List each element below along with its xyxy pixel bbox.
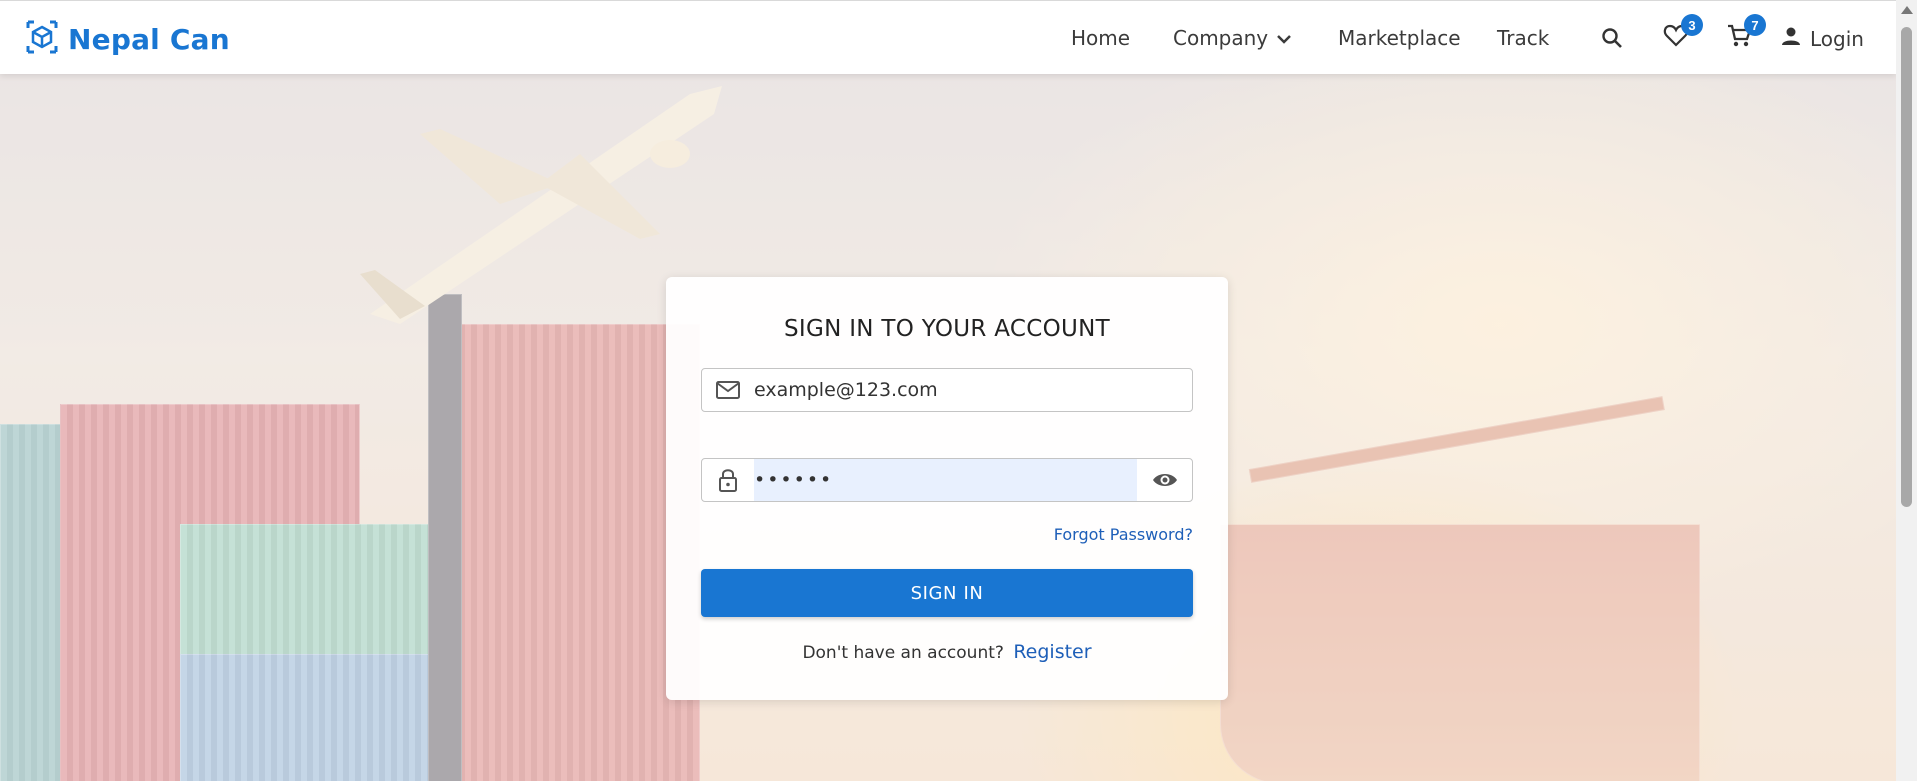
page-scrollbar[interactable] (1896, 0, 1917, 781)
login-link[interactable]: Login (1780, 25, 1864, 52)
search-icon[interactable] (1597, 23, 1627, 53)
mail-icon (702, 369, 754, 411)
no-account-text: Don't have an account? (802, 643, 1004, 663)
cube-logo-icon (26, 20, 58, 59)
brand-name: Nepal Can (68, 23, 230, 56)
cart-count-badge: 7 (1744, 14, 1766, 36)
person-icon (1780, 25, 1802, 52)
cart-button[interactable]: 7 (1724, 14, 1766, 53)
lock-icon (702, 459, 754, 501)
top-navbar: Nepal Can Home Company Marketplace Track… (0, 0, 1896, 74)
eye-icon[interactable] (1137, 459, 1192, 501)
email-field[interactable] (701, 368, 1193, 412)
scrollbar-thumb[interactable] (1901, 27, 1912, 507)
forgot-password-link[interactable]: Forgot Password? (1054, 525, 1193, 544)
scroll-up-arrow-icon[interactable] (1901, 6, 1913, 14)
wishlist-button[interactable]: 3 (1661, 14, 1703, 53)
nav-track[interactable]: Track (1497, 26, 1549, 50)
brand-logo[interactable]: Nepal Can (26, 20, 230, 59)
nav-marketplace[interactable]: Marketplace (1338, 26, 1461, 50)
login-label: Login (1810, 26, 1864, 51)
signin-title: SIGN IN TO YOUR ACCOUNT (783, 316, 1111, 342)
email-input[interactable] (754, 369, 1192, 411)
wishlist-count-badge: 3 (1681, 14, 1703, 36)
password-field[interactable] (701, 458, 1193, 502)
password-input[interactable] (754, 459, 1137, 501)
nav-company-label: Company (1173, 26, 1269, 50)
signin-button[interactable]: SIGN IN (701, 569, 1193, 617)
signin-card: SIGN IN TO YOUR ACCOUNT Forgot Password?… (666, 277, 1228, 700)
nav-home[interactable]: Home (1071, 26, 1130, 50)
nav-company[interactable]: Company (1173, 26, 1292, 50)
register-prompt: Don't have an account? Register (666, 641, 1228, 663)
chevron-down-icon (1276, 26, 1292, 50)
register-link[interactable]: Register (1013, 641, 1091, 663)
